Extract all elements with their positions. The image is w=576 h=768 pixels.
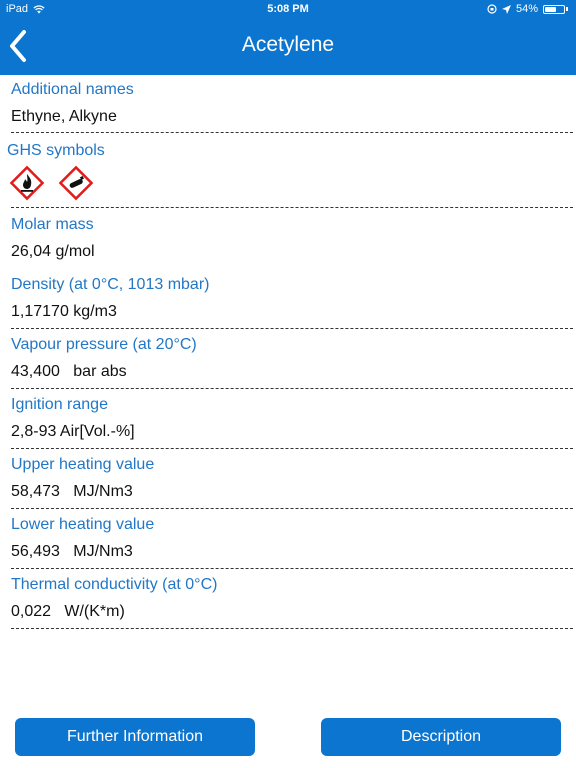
property-value: 58,473 MJ/Nm3 [11, 483, 133, 500]
property-label: Vapour pressure (at 20°C) [11, 336, 197, 353]
nav-header: iPad 5:08 PM 54% Acetylene [0, 0, 576, 75]
property-label: Density (at 0°C, 1013 mbar) [11, 276, 210, 293]
battery-percent: 54% [515, 3, 538, 15]
property-value: 0,022 W/(K*m) [11, 603, 125, 620]
property-value: 1,17170 kg/m3 [11, 303, 117, 320]
property-value: 43,400 bar abs [11, 363, 127, 380]
battery-tip [566, 7, 568, 11]
property-value: 56,493 MJ/Nm3 [11, 543, 133, 560]
divider [11, 207, 573, 208]
status-bar: iPad 5:08 PM 54% [0, 0, 576, 18]
divider [11, 328, 573, 329]
property-label: Ignition range [11, 396, 108, 413]
divider [11, 132, 573, 133]
flame-icon [9, 165, 45, 201]
property-label: Additional names [11, 81, 134, 98]
property-label: Molar mass [11, 216, 94, 233]
ghs-symbols [8, 164, 95, 202]
ghs-label: GHS symbols [7, 142, 105, 159]
divider [11, 508, 573, 509]
further-information-button[interactable]: Further Information [15, 718, 255, 756]
divider [11, 448, 573, 449]
property-value: 26,04 g/mol [11, 243, 95, 260]
divider [11, 388, 573, 389]
property-value: 2,8-93 Air[Vol.-%] [11, 423, 135, 440]
property-label: Lower heating value [11, 516, 155, 533]
page-title: Acetylene [241, 33, 335, 56]
battery-icon [543, 4, 565, 14]
property-label: Thermal conductivity (at 0°C) [11, 576, 218, 593]
divider [11, 568, 573, 569]
orientation-lock-icon [487, 4, 497, 14]
property-value: Ethyne, Alkyne [11, 108, 117, 125]
gas-cylinder-icon [58, 165, 94, 201]
property-label: Upper heating value [11, 456, 155, 473]
location-arrow-icon [501, 4, 511, 14]
description-button[interactable]: Description [321, 718, 561, 756]
divider [11, 628, 573, 629]
